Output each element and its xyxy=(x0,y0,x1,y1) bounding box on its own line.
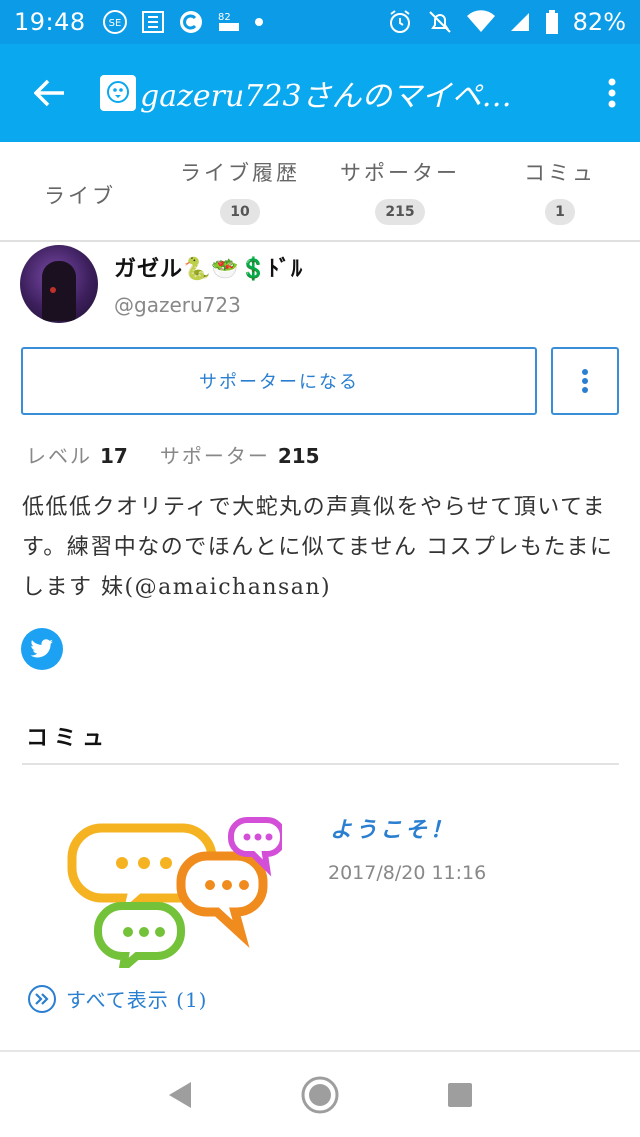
tab-count-badge: 215 xyxy=(375,199,425,225)
notification-icons: SE 82 xyxy=(102,9,264,35)
avatar[interactable] xyxy=(20,245,98,323)
twitter-link[interactable] xyxy=(21,628,63,670)
battery-icon xyxy=(545,10,559,34)
show-all-label: すべて表示 (1) xyxy=(66,988,208,1012)
level-value: 17 xyxy=(100,444,128,468)
status-bar: 19:48 SE 82 82% xyxy=(0,0,640,44)
arrow-left-icon xyxy=(34,79,64,107)
bird-avatar-icon xyxy=(100,75,136,111)
profile-stats: レベル 17 サポーター 215 xyxy=(26,440,344,469)
tab-count-badge: 1 xyxy=(545,199,575,225)
tab-community[interactable]: コミュ 1 xyxy=(480,142,640,240)
section-divider xyxy=(22,763,619,765)
user-handle: @gazeru723 xyxy=(114,293,241,317)
tab-label: コミュ xyxy=(524,161,596,185)
battery-percent: 82% xyxy=(572,8,626,36)
square-recents-icon xyxy=(448,1082,472,1107)
app-bar-title-area: gazeru723さんのマイペ… xyxy=(100,71,584,115)
more-vert-icon xyxy=(608,78,616,108)
moe-icon xyxy=(140,9,166,35)
tab-label: ライブ xyxy=(44,184,116,208)
display-name: ガゼル🐍🥗💲ﾄﾞﾙ xyxy=(114,256,304,282)
overflow-menu-button[interactable] xyxy=(584,44,640,142)
nav-back-button[interactable] xyxy=(150,1065,210,1125)
tab-supporters[interactable]: サポーター 215 xyxy=(320,142,480,240)
page-title: gazeru723さんのマイペ… xyxy=(140,79,512,114)
system-icons: 82% xyxy=(387,8,626,36)
svg-text:SE: SE xyxy=(108,18,121,29)
chat-bubbles-icon xyxy=(67,817,282,968)
community-item-title: ようこそ！ xyxy=(330,817,456,843)
level-label: レベル xyxy=(26,444,92,468)
wifi-icon xyxy=(466,10,495,34)
sim-icon: SE xyxy=(102,9,128,35)
show-all-link[interactable]: すべて表示 (1) xyxy=(28,984,208,1013)
community-card[interactable]: ようこそ！ 2017/8/20 11:16 xyxy=(22,790,622,968)
svg-text:82: 82 xyxy=(218,12,231,23)
app-bar: gazeru723さんのマイペ… xyxy=(0,44,640,142)
system-navigation-bar xyxy=(0,1052,640,1137)
nav-recents-button[interactable] xyxy=(430,1065,490,1125)
supporter-label: サポーター xyxy=(159,444,270,468)
data-icon: 82 xyxy=(216,9,242,35)
profile-bio: 低低低クオリティで大蛇丸の声真似をやらせて頂いてます。練習中なのでほんとに似てま… xyxy=(22,495,614,600)
tab-live[interactable]: ライブ xyxy=(0,142,160,240)
c-icon xyxy=(178,9,204,35)
double-chevron-right-icon xyxy=(28,984,56,1013)
tab-label: サポーター xyxy=(340,161,460,185)
community-section-title: コミュ xyxy=(26,725,111,751)
triangle-back-icon xyxy=(169,1081,191,1108)
signal-icon xyxy=(509,11,531,33)
circle-home-icon xyxy=(301,1076,339,1113)
alarm-icon xyxy=(387,9,413,35)
tab-bar: ライブ ライブ履歴 10 サポーター 215 コミュ 1 xyxy=(0,142,640,242)
status-time: 19:48 xyxy=(14,8,86,36)
supporter-value: 215 xyxy=(277,444,320,468)
nav-home-button[interactable] xyxy=(290,1065,350,1125)
profile-header: ガゼル🐍🥗💲ﾄﾞﾙ @gazeru723 xyxy=(20,244,620,324)
tab-count-badge: 10 xyxy=(220,199,260,225)
avatar-figure xyxy=(42,261,76,321)
more-vert-icon xyxy=(582,369,588,393)
profile-info: ガゼル🐍🥗💲ﾄﾞﾙ @gazeru723 xyxy=(114,251,303,317)
tab-live-history[interactable]: ライブ履歴 10 xyxy=(160,142,320,240)
become-supporter-button[interactable]: サポーターになる xyxy=(21,347,537,415)
back-button[interactable] xyxy=(0,44,100,142)
avatar-detail xyxy=(50,287,56,293)
dot-icon xyxy=(254,17,264,27)
community-item-date: 2017/8/20 11:16 xyxy=(328,862,487,884)
tab-label: ライブ履歴 xyxy=(180,161,300,185)
twitter-bird-icon xyxy=(30,639,53,658)
mute-bell-icon xyxy=(427,9,453,35)
profile-more-button[interactable] xyxy=(551,347,619,415)
